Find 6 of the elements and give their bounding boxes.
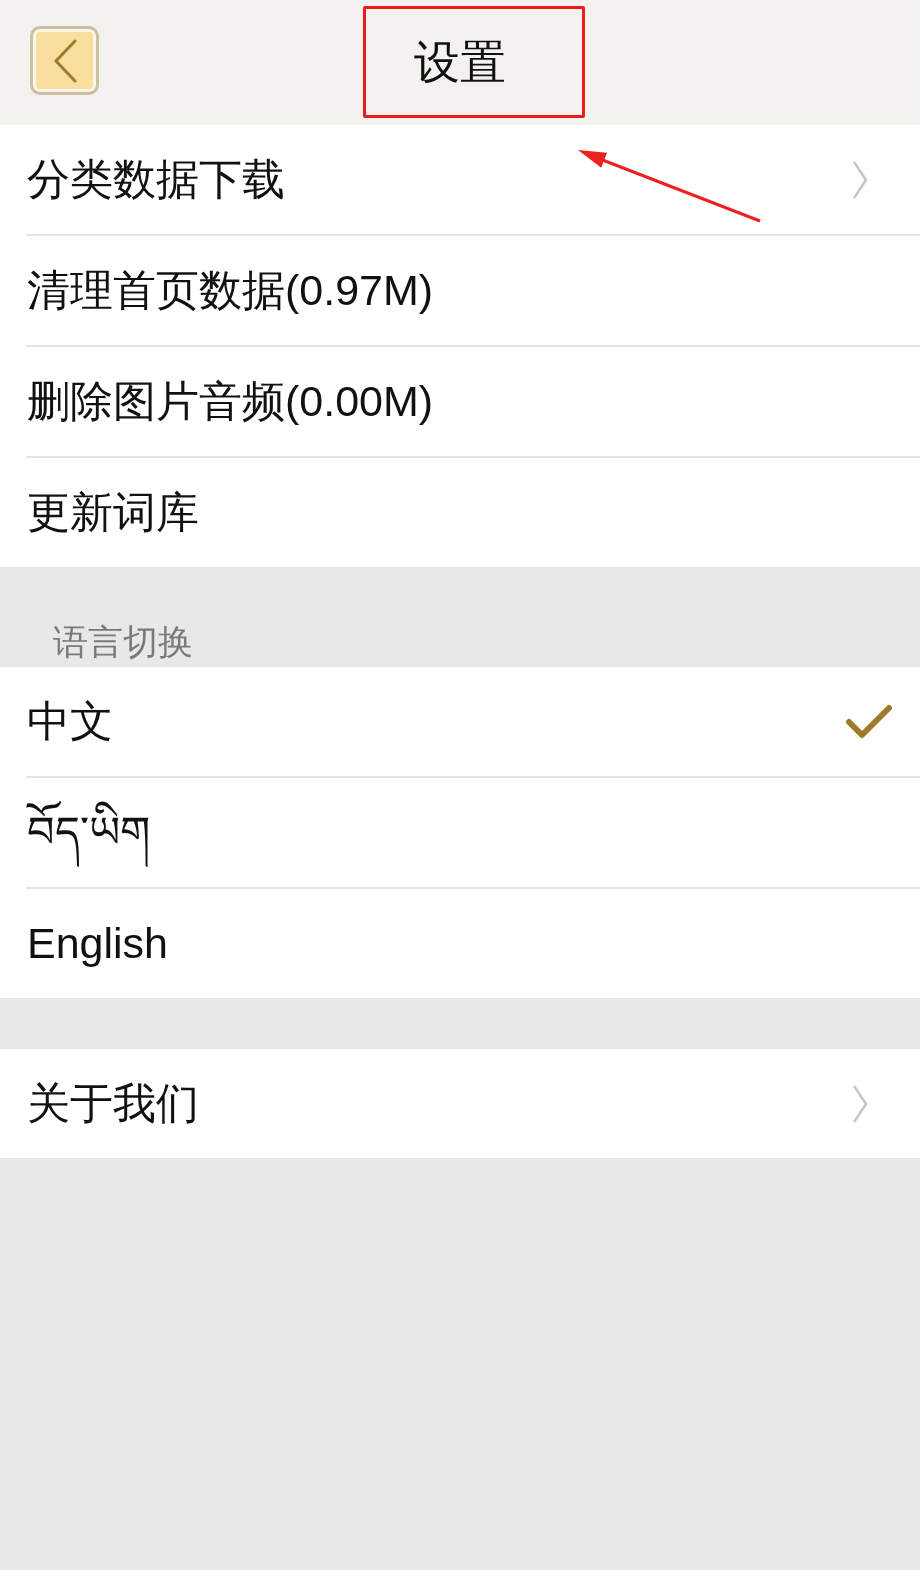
section-header: 语言切换 [53, 621, 193, 663]
chevron-right-icon [852, 159, 868, 200]
page-title: 设置 [414, 34, 506, 90]
back-chevron-icon [52, 38, 77, 83]
back-button[interactable] [30, 26, 99, 95]
chevron-right-icon [852, 1083, 868, 1124]
